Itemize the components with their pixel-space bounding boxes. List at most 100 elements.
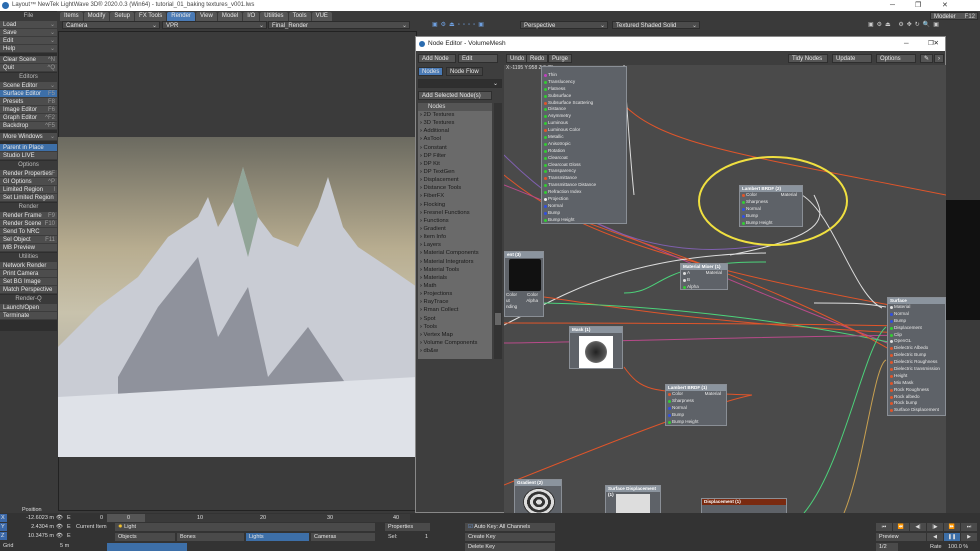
node-input-port[interactable]: Bump Height [542, 217, 626, 224]
sidebar-item[interactable]: Render Frame F9 [0, 212, 57, 220]
node-category-item[interactable]: Material Tools [418, 266, 492, 274]
render-preset-select[interactable]: Final_Render ⌄ [268, 21, 410, 29]
sidebar-item[interactable]: Image Editor F6 [0, 106, 57, 114]
bones-button[interactable]: Bones [177, 533, 244, 541]
node-input-port[interactable]: Displacement [888, 325, 945, 332]
tab-item[interactable]: I/O [243, 12, 260, 21]
tab-item[interactable]: VUE [311, 12, 332, 21]
node-input-port[interactable]: Metallic [542, 134, 626, 141]
node-input-port[interactable]: Sharpness [740, 199, 802, 206]
node-category-item[interactable]: Tools [418, 323, 492, 331]
principled-bsdf-node[interactable]: Thin Translucency Flatness Subsurface Subsur… [541, 66, 627, 224]
pin-icon[interactable]: ✎ [920, 54, 934, 63]
node-input-port[interactable]: Bump [542, 210, 626, 217]
node-input-port[interactable]: Rotation [542, 148, 626, 155]
sidebar-item[interactable]: Set BG Image [0, 278, 57, 286]
node-input-port[interactable]: Luminous [542, 120, 626, 127]
node-category-item[interactable]: Flocking [418, 201, 492, 209]
sidebar-item[interactable]: Studio LIVE [0, 152, 57, 160]
tab-item[interactable]: Items [60, 12, 83, 21]
node-input-port[interactable]: Clearcoat [542, 155, 626, 162]
lights-button[interactable]: Lights [246, 533, 309, 541]
sidebar-item[interactable]: Set Limited Region [0, 194, 57, 202]
node-output-port[interactable]: Material [706, 270, 722, 277]
node-input-port[interactable]: Translucency [542, 79, 626, 86]
purge-button[interactable]: Purge [548, 54, 573, 63]
tab-item[interactable]: Setup [110, 12, 135, 21]
tab-item[interactable]: Utilities [260, 12, 288, 21]
close-button[interactable]: ✕ [934, 37, 939, 51]
timeline-slider[interactable]: 0 10 20 30 40 [107, 514, 410, 522]
create-key-button[interactable]: Create Key [465, 533, 555, 541]
node-category-item[interactable]: Material Components [418, 249, 492, 257]
node-category-item[interactable]: Constant [418, 144, 492, 152]
sidebar-item[interactable]: Render Properties ^F [0, 170, 57, 178]
cameras-button[interactable]: Cameras [311, 533, 375, 541]
timeline-handle[interactable] [107, 514, 145, 522]
viewport-icons[interactable]: ▣⚙⏏▫▫▫▫▣ [432, 21, 512, 30]
node-input-port[interactable]: Color Material [666, 391, 726, 398]
node-category-item[interactable]: Functions [418, 217, 492, 225]
minimize-button[interactable]: ─ [904, 37, 909, 51]
node-input-port[interactable]: Normal [888, 311, 945, 318]
lambert-brdf-node-2[interactable]: Lambert BRDF (2) Color Material Sharpness No… [739, 185, 803, 227]
sidebar-item[interactable]: Graph Editor ^F2 [0, 114, 57, 122]
sidebar-item[interactable]: Terminate [0, 312, 57, 320]
node-input-port[interactable]: Transmittance [542, 175, 626, 182]
node-category-item[interactable]: Projections [418, 290, 492, 298]
node-input-port[interactable]: Transparency [542, 168, 626, 175]
mask-node[interactable]: Mask (1) [569, 326, 623, 369]
sidebar-item[interactable]: Help ⌄ [0, 45, 57, 53]
visibility-toggles[interactable]: 👁E [56, 532, 75, 540]
sidebar-item[interactable]: Quit ^Q [0, 64, 57, 72]
tidy-nodes-button[interactable]: Tidy Nodes [788, 54, 828, 63]
edit-menu[interactable]: Edit [458, 54, 498, 63]
preview-select[interactable]: Preview [876, 533, 926, 541]
redo-button[interactable]: Redo [526, 54, 549, 63]
objects-button[interactable]: Objects [115, 533, 175, 541]
sidebar-item[interactable]: Render Scene F10 [0, 220, 57, 228]
z-axis-button[interactable]: Z [0, 532, 7, 540]
sidebar-item[interactable]: Network Render [0, 262, 57, 270]
sidebar-item[interactable]: Match Perspective [0, 286, 57, 294]
node-category-item[interactable]: Gradient [418, 225, 492, 233]
node-input-port[interactable]: Normal [740, 206, 802, 213]
node-input-port[interactable]: Luminous Color [542, 127, 626, 134]
first-frame-button[interactable]: ⏮ [876, 523, 892, 531]
gradient-node-3[interactable]: ent (3) Color Color ut Alpha nding [504, 251, 544, 317]
shading-select[interactable]: Textured Shaded Solid ⌄ [612, 21, 700, 29]
node-category-item[interactable]: DP Filter [418, 152, 492, 160]
node-input-port[interactable]: B [681, 277, 727, 284]
sidebar-item[interactable]: Sel Object F11 [0, 236, 57, 244]
node-input-port[interactable]: Clearcoat Gloss [542, 162, 626, 169]
node-input-port[interactable]: Subsurface Scattering [542, 100, 626, 107]
node-input-port[interactable]: Anisotropic [542, 141, 626, 148]
sidebar-item[interactable]: Print Camera [0, 270, 57, 278]
node-input-port[interactable]: Dielectric Albedo [888, 345, 945, 352]
node-input-port[interactable]: Color Material [740, 192, 802, 199]
node-input-port[interactable]: Thin [542, 72, 626, 79]
camera-select[interactable]: Camera ⌄ [62, 21, 160, 29]
tab-item[interactable]: Modify [83, 12, 110, 21]
node-input-port[interactable]: Sharpness [666, 398, 726, 405]
node-category-list[interactable]: Nodes 2D Textures3D TexturesAdditionalAs… [418, 103, 492, 359]
node-input-port[interactable]: A Material [681, 270, 727, 277]
expand-icon[interactable]: › [934, 54, 944, 63]
tab-item[interactable]: FX Tools [135, 12, 167, 21]
node-input-port[interactable]: Dielectric Bump [888, 352, 945, 359]
node-category-item[interactable]: Vertex Map [418, 331, 492, 339]
displacement-node[interactable]: Displacement (1) [701, 498, 787, 513]
node-input-port[interactable]: Rock bump [888, 400, 945, 407]
tab-item[interactable]: View [195, 12, 217, 21]
view-select[interactable]: Perspective ⌄ [520, 21, 608, 29]
sidebar-item[interactable]: Load ⌄ [0, 21, 57, 29]
node-input-port[interactable]: Height [888, 373, 945, 380]
surface-displacement-node[interactable]: Surface Displacement (1) [605, 485, 661, 513]
tab-item[interactable]: Model [217, 12, 243, 21]
position-z-value[interactable]: 10.3475 m [22, 532, 54, 540]
node-category-item[interactable]: Spot [418, 315, 492, 323]
node-input-port[interactable]: Bump [888, 318, 945, 325]
node-input-port[interactable]: Flatness [542, 86, 626, 93]
sidebar-item[interactable]: Send To NRC [0, 228, 57, 236]
autokey-select[interactable]: ☑ Auto Key: All Channels [465, 523, 555, 531]
